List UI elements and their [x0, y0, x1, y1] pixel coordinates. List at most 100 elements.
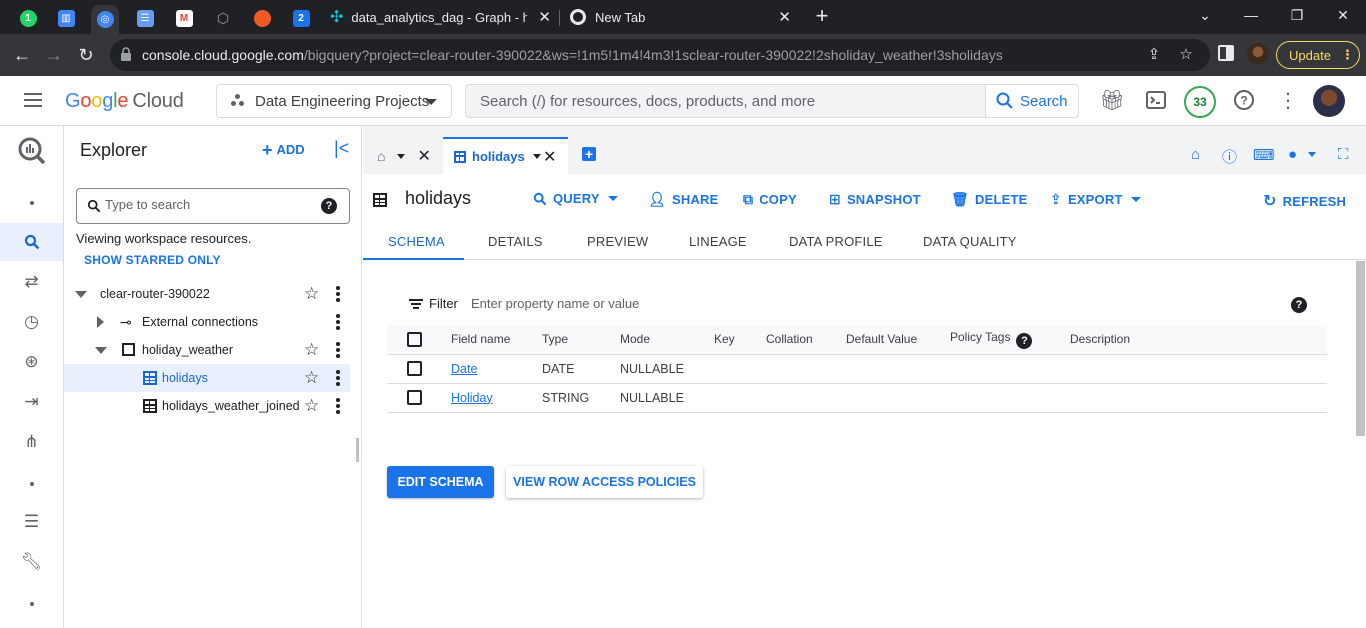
show-starred-link[interactable]: SHOW STARRED ONLY — [84, 253, 221, 267]
row-checkbox[interactable] — [407, 361, 422, 377]
close-window-button[interactable]: ✕ — [1328, 2, 1358, 28]
update-button[interactable]: Update ⋮ — [1276, 41, 1360, 69]
snapshot-button[interactable]: ⊞ SNAPSHOT — [829, 191, 921, 208]
close-icon[interactable]: ✕ — [417, 146, 430, 166]
tree-item-holidays-weather-joined[interactable]: holidays_weather_joined ☆ — [64, 392, 350, 420]
share-button[interactable]: 👤︎ SHARE — [648, 191, 719, 208]
pinned-tab-whatsapp[interactable]: 1 — [14, 5, 42, 31]
chevron-down-icon[interactable] — [1308, 152, 1316, 157]
help-icon[interactable]: ? — [321, 198, 337, 214]
forward-icon[interactable]: → — [42, 43, 66, 67]
edit-schema-button[interactable]: EDIT SCHEMA — [387, 466, 494, 498]
add-tab-icon[interactable]: + — [582, 147, 596, 161]
filter-input[interactable] — [471, 296, 771, 311]
tab-new-tab[interactable]: New Tab ✕ — [570, 0, 795, 34]
tab-data-quality[interactable]: DATA QUALITY — [923, 234, 1017, 249]
help-icon[interactable]: ? — [1016, 332, 1033, 349]
pinned-tab-gmail[interactable]: M — [170, 5, 198, 31]
tab-data-profile[interactable]: DATA PROFILE — [789, 234, 883, 249]
lightbulb-icon[interactable]: ● — [1288, 146, 1297, 163]
star-icon[interactable]: ☆ — [304, 340, 319, 360]
more-vert-icon[interactable] — [336, 286, 340, 302]
gift-icon[interactable]: 🎁︎ — [1099, 88, 1124, 112]
job-history-icon[interactable]: ☰ — [0, 503, 63, 541]
menu-icon[interactable] — [24, 93, 42, 107]
transfers-icon[interactable]: ⇄ — [0, 263, 63, 301]
select-all-checkbox[interactable] — [407, 331, 422, 347]
view-row-access-button[interactable]: VIEW ROW ACCESS POLICIES — [506, 466, 703, 498]
tree-item-project[interactable]: clear-router-390022 ☆ — [64, 280, 350, 308]
back-icon[interactable]: ← — [10, 43, 34, 67]
scheduled-queries-icon[interactable]: ◷ — [0, 303, 63, 341]
bigquery-logo-icon[interactable] — [0, 128, 63, 174]
more-vert-icon[interactable] — [336, 314, 340, 330]
tab-details[interactable]: DETAILS — [488, 234, 543, 249]
pinned-tab-gear[interactable]: ⬡ — [209, 5, 237, 31]
more-vert-icon[interactable]: ⋮ — [1276, 88, 1300, 112]
bookmark-star-icon[interactable]: ☆ — [1176, 45, 1196, 65]
tab-schema[interactable]: SCHEMA — [388, 234, 445, 249]
share-icon[interactable]: ⇪ — [1144, 45, 1164, 65]
delete-button[interactable]: 🗑︎ DELETE — [951, 191, 1027, 208]
close-icon[interactable]: ✕ — [543, 147, 556, 167]
side-panel-icon[interactable] — [1218, 45, 1234, 61]
info-icon[interactable]: ⓘ — [1222, 146, 1237, 167]
wrench-icon[interactable]: 🔧︎ — [0, 543, 63, 581]
more-vert-icon[interactable] — [336, 398, 340, 414]
home-tab[interactable]: ⌂ ✕ — [377, 146, 431, 166]
pinned-tab-two[interactable]: 2 — [287, 5, 315, 31]
account-avatar[interactable] — [1313, 85, 1345, 117]
tab-airflow[interactable]: ✣ data_analytics_dag - Graph - holi ✕ — [330, 0, 555, 34]
chevron-down-icon[interactable] — [397, 153, 406, 159]
star-icon[interactable]: ☆ — [304, 284, 319, 304]
analytics-hub-icon[interactable]: ⊛ — [0, 343, 63, 381]
export-button[interactable]: ⇪ EXPORT — [1050, 191, 1141, 208]
search-icon[interactable] — [0, 223, 63, 261]
expand-arrow-icon[interactable] — [95, 347, 107, 354]
partner-center-icon[interactable]: ⋔ — [0, 423, 63, 461]
cloud-shell-icon[interactable] — [1144, 88, 1168, 112]
star-icon[interactable]: ☆ — [304, 396, 319, 416]
close-icon[interactable]: ✕ — [538, 8, 551, 26]
copy-button[interactable]: ⧉ COPY — [743, 191, 797, 208]
more-vert-icon[interactable] — [336, 342, 340, 358]
tree-item-dataset[interactable]: holiday_weather ☆ — [64, 336, 350, 364]
field-name-link[interactable]: Holiday — [451, 391, 493, 405]
pinned-tab-storage[interactable]: ☰ — [131, 5, 159, 31]
refresh-button[interactable]: ↻ REFRESH — [1263, 191, 1346, 211]
help-icon[interactable]: ? — [1232, 88, 1256, 112]
tree-item-external-connections[interactable]: ⊸ External connections — [64, 308, 350, 336]
scrollbar[interactable] — [1356, 261, 1365, 436]
new-tab-button[interactable]: + — [811, 3, 833, 29]
search-input[interactable] — [466, 85, 986, 117]
search-button[interactable]: Search — [985, 85, 1078, 117]
collapse-panel-icon[interactable]: |< — [334, 138, 349, 159]
expand-arrow-icon[interactable] — [75, 291, 87, 298]
field-name-link[interactable]: Date — [451, 362, 477, 376]
add-button[interactable]: + ADD — [262, 140, 305, 161]
tab-holidays[interactable]: holidays ✕ — [443, 137, 568, 174]
pinned-tab-bigquery[interactable]: ◎ — [91, 5, 119, 34]
chevron-down-icon[interactable] — [532, 154, 541, 159]
more-vert-icon[interactable] — [336, 370, 340, 386]
home-icon[interactable]: ⌂ — [1191, 146, 1200, 163]
help-icon[interactable]: ? — [1291, 297, 1307, 313]
profile-avatar[interactable] — [1247, 43, 1269, 65]
dataform-icon[interactable]: ⇥ — [0, 383, 63, 421]
expand-arrow-icon[interactable] — [97, 316, 104, 328]
tab-lineage[interactable]: LINEAGE — [689, 234, 747, 249]
address-bar[interactable]: console.cloud.google.com/bigquery?projec… — [110, 39, 1210, 71]
tab-search-icon[interactable]: ⌄ — [1190, 2, 1220, 28]
restore-button[interactable]: ❐ — [1282, 2, 1312, 28]
keyboard-icon[interactable]: ⌨ — [1253, 146, 1275, 164]
close-icon[interactable]: ✕ — [778, 8, 791, 26]
panel-resize-handle[interactable] — [356, 438, 359, 462]
fullscreen-icon[interactable]: ⛶ — [1338, 146, 1349, 163]
pinned-tab-dataproc[interactable]: ▥ — [52, 5, 80, 31]
reload-icon[interactable]: ↻ — [74, 43, 98, 67]
google-cloud-logo[interactable]: Google Cloud — [65, 90, 184, 113]
tab-preview[interactable]: PREVIEW — [587, 234, 648, 249]
star-icon[interactable]: ☆ — [304, 368, 319, 388]
notifications-badge[interactable]: 33 — [1184, 86, 1216, 118]
project-picker[interactable]: Data Engineering Projects — [216, 84, 452, 118]
